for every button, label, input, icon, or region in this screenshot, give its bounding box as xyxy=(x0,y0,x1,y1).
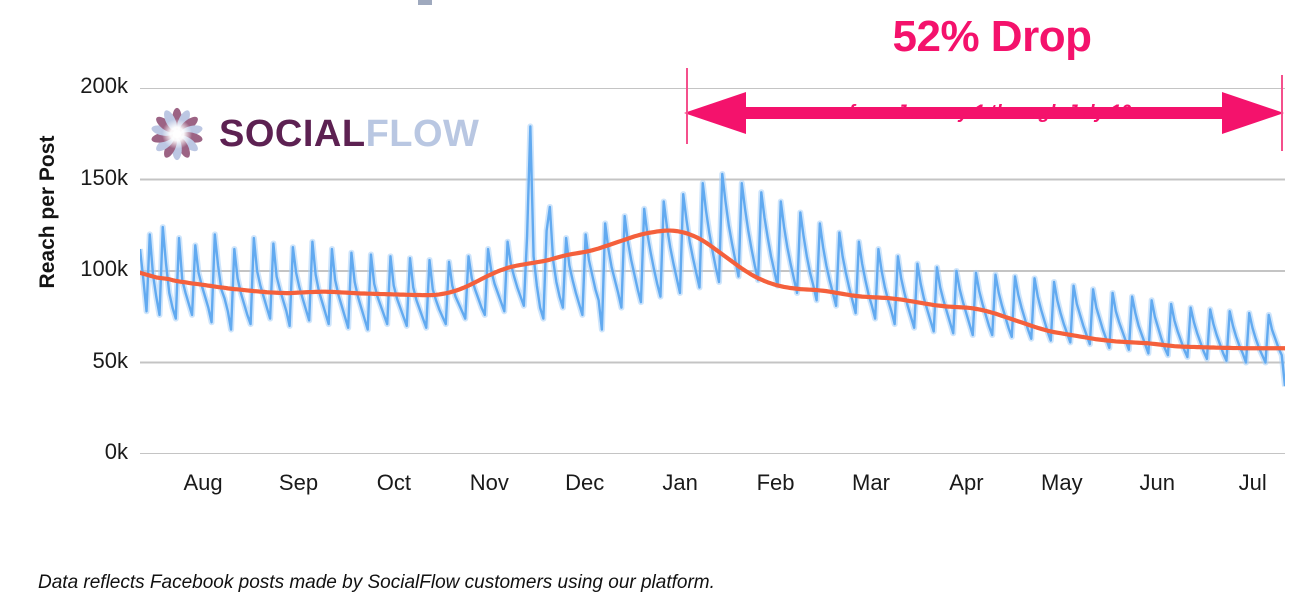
y-axis-tick-label: 0k xyxy=(104,439,128,464)
socialflow-wordmark: SOCIALFLOW xyxy=(219,113,479,156)
x-axis-tick-label: Nov xyxy=(469,470,509,495)
x-axis-tick-label: Sep xyxy=(278,470,319,495)
series-daily-reach-line xyxy=(140,125,1285,387)
chart-screenshot: Reach per Post 200k 150k 100k 50k 0k Aug Sep O… xyxy=(0,0,1310,604)
footnote: Data reflects Facebook posts made by Soc… xyxy=(38,572,715,593)
y-axis-tick-label: 200k xyxy=(80,73,128,98)
drop-headline: 52% Drop xyxy=(892,12,1092,61)
y-axis-tick-label: 50k xyxy=(92,347,128,373)
x-axis-tick-label: Dec xyxy=(565,470,605,495)
x-axis-tick-label: May xyxy=(1041,470,1083,495)
y-axis-title: Reach per Post xyxy=(36,135,59,289)
logo-word-flow: FLOW xyxy=(365,112,480,155)
socialflow-logo: SOCIALFLOW xyxy=(148,104,479,164)
x-axis-tick-label: Jan xyxy=(662,470,698,495)
x-axis-tick-label: Feb xyxy=(756,470,795,495)
drop-subline: from January 1 through July 10 xyxy=(848,102,1132,123)
y-axis-tick-label: 150k xyxy=(80,164,128,190)
x-axis-tick-label: Mar xyxy=(852,470,890,495)
x-axis-tick-label: Apr xyxy=(949,470,984,495)
x-axis-tick-label: Jul xyxy=(1238,470,1267,495)
y-axis-tick-label: 100k xyxy=(80,256,128,281)
cutoff-title-fragment xyxy=(418,0,432,5)
span-marker-start xyxy=(686,68,688,144)
x-axis-tick-label: Jun xyxy=(1139,470,1175,495)
span-marker-end xyxy=(1281,75,1283,151)
x-axis-tick-label: Aug xyxy=(183,470,223,495)
x-axis-tick-label: Oct xyxy=(376,470,412,495)
socialflow-flower-logo-icon xyxy=(151,107,203,161)
logo-word-social: SOCIAL xyxy=(219,112,366,155)
